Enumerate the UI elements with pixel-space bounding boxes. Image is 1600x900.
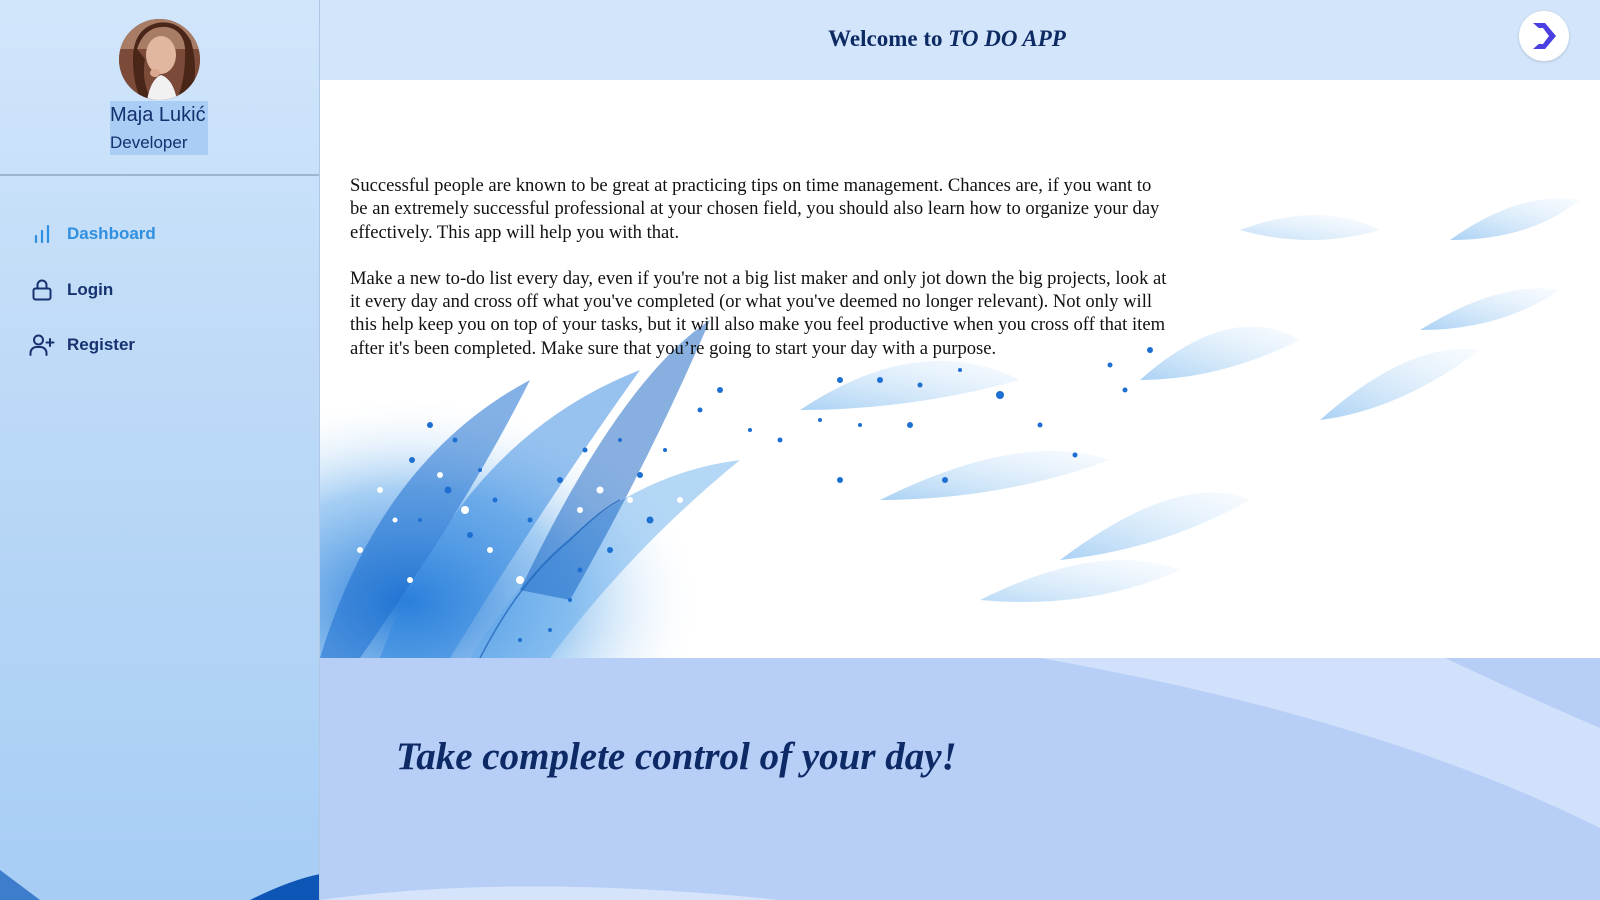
sidebar-item-label: Dashboard: [67, 224, 156, 243]
user-profile: Maja Lukić Developer: [0, 0, 319, 176]
sidebar-item-login[interactable]: Login: [29, 274, 113, 306]
banner-wave: [320, 658, 1600, 900]
intro-paragraph: Make a new to-do list every day, even if…: [350, 267, 1167, 359]
slogan-banner: Take complete control of your day!: [320, 658, 1600, 900]
sidebar: Maja Lukić Developer Dashboard Login Reg…: [0, 0, 320, 900]
intro-text: Successful people are known to be great …: [350, 174, 1170, 360]
app-logo-button[interactable]: [1519, 11, 1569, 61]
top-header: Welcome to TO DO APP: [320, 0, 1600, 80]
bar-chart-icon: [29, 221, 55, 247]
intro-paragraph: Successful people are known to be great …: [350, 175, 1160, 243]
floral-background: [320, 80, 1600, 658]
app-logo-icon: [1533, 23, 1556, 49]
title-prefix: Welcome to: [828, 26, 943, 51]
sidebar-item-dashboard[interactable]: Dashboard: [29, 218, 156, 250]
avatar: [119, 19, 200, 100]
main-content: Successful people are known to be great …: [320, 80, 1600, 658]
app-name: TO DO APP: [948, 26, 1066, 51]
sidebar-decoration: [0, 870, 319, 900]
user-role: Developer: [110, 133, 188, 152]
sidebar-item-register[interactable]: Register: [29, 329, 135, 361]
slogan-text: Take complete control of your day!: [396, 735, 957, 778]
sidebar-item-label: Login: [67, 280, 114, 299]
lock-icon: [29, 277, 55, 303]
page-title: Welcome to TO DO APP: [320, 26, 1574, 52]
sidebar-item-label: Register: [67, 335, 136, 354]
add-user-icon: [29, 332, 55, 358]
user-name: Maja Lukić: [110, 104, 206, 126]
avatar-portrait-icon: [119, 19, 200, 100]
